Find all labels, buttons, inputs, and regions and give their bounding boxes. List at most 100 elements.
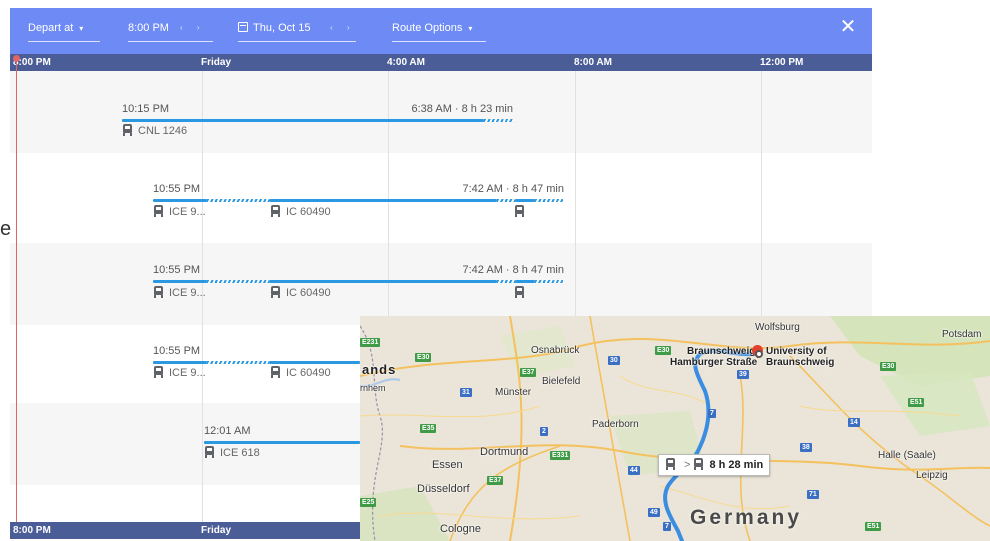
- time-value: 8:00 PM: [128, 22, 169, 34]
- road-shield: 39: [737, 370, 749, 379]
- route-bar[interactable]: [515, 199, 535, 202]
- arrive-duration: 7:42 AM · 8 h 47 min: [462, 183, 565, 195]
- depart-time: 10:55 PM: [153, 183, 201, 195]
- segment-label: ICE 618: [204, 446, 260, 460]
- route-bar[interactable]: [269, 199, 497, 202]
- road-shield: 30: [608, 356, 620, 365]
- train-icon: [270, 286, 281, 298]
- city-label: Düsseldorf: [417, 483, 470, 495]
- route-map[interactable]: Wolfsburg Potsdam Braunschweig Hamburger…: [360, 316, 990, 541]
- train-icon: [270, 366, 281, 378]
- city-label: Paderborn: [592, 419, 639, 430]
- segment-label: CNL 1246: [122, 124, 187, 138]
- road-shield: E37: [520, 368, 537, 377]
- destination-marker-icon: [755, 350, 763, 358]
- country-label: Germany: [690, 506, 803, 529]
- duration-text: 8 h 28 min: [709, 459, 764, 471]
- train-icon: [665, 458, 676, 470]
- segment-label: ICE 9...: [153, 286, 206, 300]
- destination-label: University of: [766, 346, 827, 357]
- route-bar[interactable]: [269, 280, 497, 283]
- walk-segment: [535, 199, 563, 202]
- road-shield: E30: [415, 353, 432, 362]
- road-shield: 31: [460, 388, 472, 397]
- city-label: Hamburger Straße: [670, 357, 758, 368]
- close-icon[interactable]: ✕: [838, 17, 858, 37]
- route-bar[interactable]: [153, 280, 207, 283]
- city-label: Halle (Saale): [878, 450, 936, 461]
- tick-label: 8:00 PM: [13, 525, 51, 536]
- segment-label: IC 60490: [270, 366, 331, 380]
- road-shield: 71: [807, 490, 819, 499]
- city-label: rnhem: [360, 383, 386, 393]
- route-duration-badge[interactable]: >8 h 28 min: [658, 454, 771, 476]
- chevron-down-icon: ▾: [468, 24, 473, 33]
- road-shield: E231: [360, 338, 381, 347]
- route-bar[interactable]: [153, 361, 207, 364]
- tick-label: Friday: [201, 525, 232, 536]
- road-shield: E25: [360, 498, 377, 507]
- walk-segment: [535, 280, 563, 283]
- train-icon: [153, 366, 164, 378]
- segment-label: ICE 9...: [153, 205, 206, 219]
- route-options-dropdown[interactable]: Route Options ▾: [392, 20, 486, 42]
- separator: >: [684, 459, 691, 471]
- train-icon: [153, 205, 164, 217]
- road-shield: 7: [663, 522, 671, 531]
- city-label: Essen: [432, 459, 463, 471]
- route-options-label: Route Options: [392, 22, 463, 34]
- city-label: Dortmund: [480, 446, 529, 458]
- route-bar[interactable]: [204, 441, 360, 444]
- city-label: Cologne: [440, 523, 481, 535]
- road-shield: 7: [708, 409, 716, 418]
- segment-label: IC 60490: [270, 286, 331, 300]
- depart-at-dropdown[interactable]: Depart at ▾: [28, 20, 100, 42]
- segment-label: ICE 9...: [153, 366, 206, 380]
- route-bar[interactable]: [515, 280, 535, 283]
- transfer-segment: [497, 199, 515, 202]
- segment-label: [514, 205, 530, 219]
- road-shield: E331: [550, 451, 571, 460]
- calendar-icon: [238, 22, 248, 32]
- train-icon: [204, 446, 215, 458]
- edge-text: e: [0, 218, 12, 240]
- train-icon: [693, 458, 704, 470]
- road-shield: E51: [865, 522, 882, 531]
- city-label: Münster: [495, 387, 532, 398]
- current-time-marker: [13, 55, 20, 62]
- depart-at-label: Depart at: [28, 22, 74, 34]
- road-shield: 49: [648, 508, 660, 517]
- transfer-segment: [207, 280, 269, 283]
- road-shield: 44: [628, 466, 640, 475]
- city-label: Potsdam: [942, 329, 982, 340]
- road-shield: E37: [487, 476, 504, 485]
- road-shield: 2: [540, 427, 548, 436]
- destination-label: Braunschweig: [766, 357, 835, 368]
- date-value: Thu, Oct 15: [253, 22, 311, 34]
- road-shield: 38: [800, 443, 812, 452]
- chevron-down-icon: ▾: [79, 24, 84, 33]
- train-icon: [270, 205, 281, 217]
- options-toolbar: Depart at ▾ 8:00 PM ‹ › Thu, Oct 15 ‹ › R…: [10, 8, 872, 54]
- depart-time: 12:01 AM: [204, 425, 251, 437]
- route-bar[interactable]: [153, 199, 207, 202]
- route-bar[interactable]: [269, 361, 360, 364]
- train-icon: [122, 124, 133, 136]
- road-shield: E35: [420, 424, 437, 433]
- road-shield: 14: [848, 418, 860, 427]
- date-step-arrows[interactable]: ‹ ›: [330, 20, 356, 36]
- train-icon: [153, 286, 164, 298]
- route-bar[interactable]: [122, 119, 484, 122]
- road-shield: E30: [880, 362, 897, 371]
- tick-label: Friday: [201, 57, 232, 68]
- city-label: Wolfsburg: [755, 322, 800, 333]
- transit-planner-screen: Depart at ▾ 8:00 PM ‹ › Thu, Oct 15 ‹ › R…: [0, 0, 990, 541]
- time-step-arrows[interactable]: ‹ ›: [180, 20, 206, 36]
- walk-segment: [484, 119, 514, 122]
- road-shield: E30: [655, 346, 672, 355]
- route-row[interactable]: [10, 243, 872, 325]
- city-label: Braunschweig: [687, 346, 756, 357]
- city-label: Leipzig: [916, 470, 948, 481]
- map-graphics: [360, 316, 990, 541]
- tick-label: 8:00 AM: [574, 57, 612, 68]
